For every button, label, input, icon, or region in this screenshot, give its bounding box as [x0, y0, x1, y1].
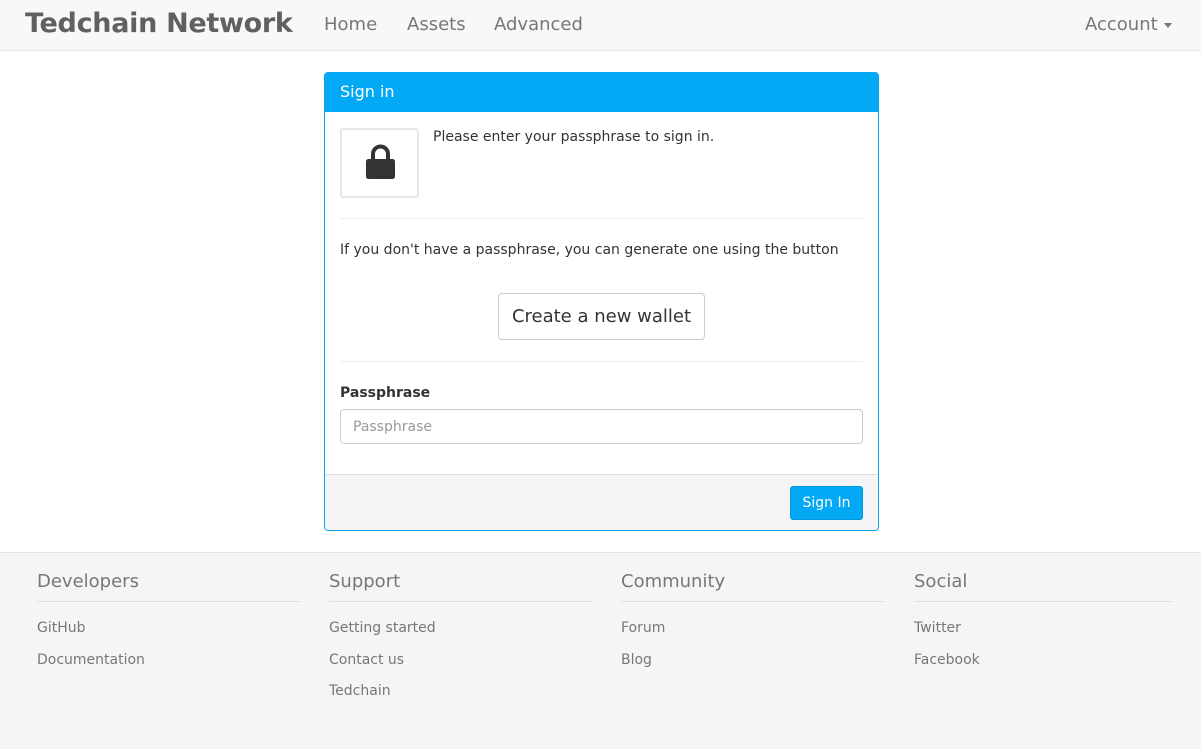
footer-heading: Developers	[37, 571, 300, 602]
passphrase-label: Passphrase	[340, 385, 431, 401]
create-wallet-button[interactable]: Create a new wallet	[498, 293, 705, 340]
footer-column-community: Community Forum Blog	[621, 571, 884, 680]
footer-link-contact-us[interactable]: Contact us	[329, 652, 404, 668]
panel-footer: Sign In	[325, 474, 878, 530]
signin-intro-text: Please enter your passphrase to sign in.	[433, 129, 715, 145]
footer-link-documentation[interactable]: Documentation	[37, 652, 145, 668]
footer-heading: Community	[621, 571, 884, 602]
footer-link-github[interactable]: GitHub	[37, 620, 86, 636]
panel-title: Sign in	[325, 73, 878, 112]
top-navbar: Tedchain Network Home Assets Advanced Ac…	[0, 0, 1201, 51]
caret-down-icon	[1163, 22, 1172, 28]
account-label: Account	[1085, 14, 1158, 35]
footer-heading: Support	[329, 571, 592, 602]
nav-home[interactable]: Home	[324, 14, 377, 35]
signin-panel: Sign in Please enter your passphrase to …	[324, 72, 879, 531]
signin-button[interactable]: Sign In	[790, 486, 863, 520]
account-dropdown[interactable]: Account	[1085, 14, 1172, 35]
footer-column-social: Social Twitter Facebook	[914, 571, 1172, 680]
footer-link-getting-started[interactable]: Getting started	[329, 620, 436, 636]
footer-column-developers: Developers GitHub Documentation	[37, 571, 300, 680]
footer-link-forum[interactable]: Forum	[621, 620, 665, 636]
site-footer: Developers GitHub Documentation Support …	[0, 552, 1201, 749]
footer-link-facebook[interactable]: Facebook	[914, 652, 980, 668]
lock-thumbnail	[340, 128, 419, 198]
divider	[340, 218, 863, 219]
passphrase-input[interactable]	[340, 409, 863, 444]
lock-icon	[366, 144, 395, 179]
footer-link-tedchain[interactable]: Tedchain	[329, 683, 391, 699]
divider	[340, 361, 863, 362]
footer-column-support: Support Getting started Contact us Tedch…	[329, 571, 592, 712]
footer-link-twitter[interactable]: Twitter	[914, 620, 961, 636]
brand-logo[interactable]: Tedchain Network	[25, 8, 293, 39]
nav-assets[interactable]: Assets	[407, 14, 466, 35]
wallet-hint-text: If you don't have a passphrase, you can …	[340, 242, 839, 258]
footer-link-blog[interactable]: Blog	[621, 652, 652, 668]
footer-heading: Social	[914, 571, 1172, 602]
nav-advanced[interactable]: Advanced	[494, 14, 583, 35]
